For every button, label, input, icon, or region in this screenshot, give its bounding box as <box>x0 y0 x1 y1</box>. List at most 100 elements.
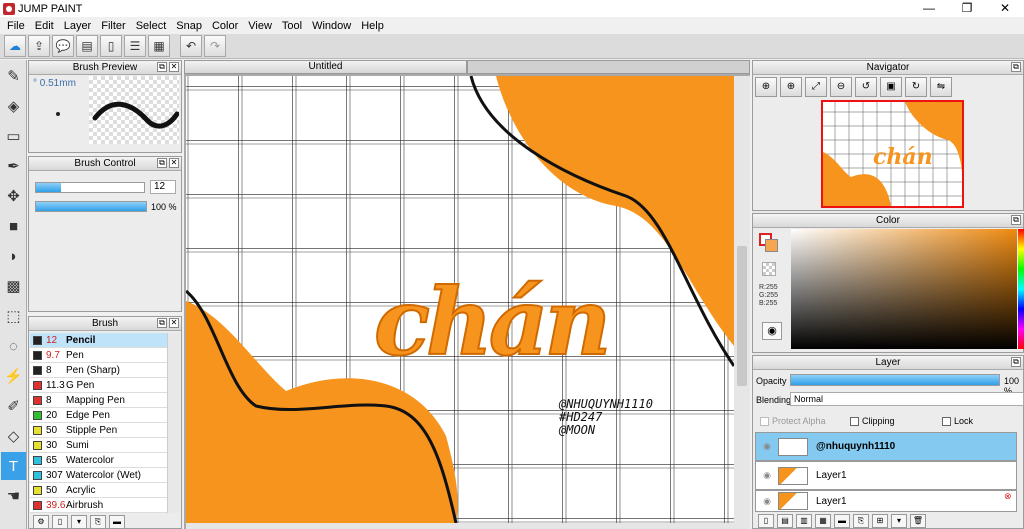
layer-row[interactable]: ◉ Layer1 <box>755 490 1017 512</box>
panel-close-icon[interactable]: ✕ <box>169 158 179 168</box>
chat-icon[interactable]: 💬 <box>52 35 74 57</box>
panel-close-icon[interactable]: ✕ <box>169 62 179 72</box>
brush-item[interactable]: 9.7 Pen <box>30 348 167 363</box>
close-button[interactable]: ✕ <box>986 0 1024 17</box>
lock-checkbox[interactable]: Lock <box>942 416 973 426</box>
halftone-layer-icon[interactable]: ▦ <box>815 514 831 528</box>
gradient-icon[interactable]: ▩ <box>1 272 26 300</box>
panel-float-icon[interactable]: ⧉ <box>1011 357 1021 367</box>
eraser-icon[interactable]: ◈ <box>1 92 26 120</box>
brush-item[interactable]: 50 Acrylic <box>30 483 167 498</box>
brush-item[interactable]: 307 Watercolor (Wet) <box>30 468 167 483</box>
zoom-fit-icon[interactable]: ⊕ <box>755 77 777 97</box>
page-icon[interactable]: ▯ <box>100 35 122 57</box>
new-brush-icon[interactable]: ▯ <box>52 515 68 529</box>
brush-list-scrollbar[interactable] <box>167 333 180 513</box>
zoom-in-icon[interactable]: ⊕ <box>780 77 802 97</box>
menu-view[interactable]: View <box>243 20 277 32</box>
panel-float-icon[interactable]: ⧉ <box>157 62 167 72</box>
comment-icon[interactable]: ▤ <box>76 35 98 57</box>
export-icon[interactable]: ⇪ <box>28 35 50 57</box>
brush-icon[interactable]: ✎ <box>1 62 26 90</box>
rectangle-icon[interactable]: ▭ <box>1 122 26 150</box>
select-pen-icon[interactable]: ✐ <box>1 392 26 420</box>
text-icon[interactable]: T <box>1 452 26 480</box>
undo-icon[interactable]: ↶ <box>180 35 202 57</box>
blending-select[interactable]: Normal <box>790 392 1024 406</box>
menu-color[interactable]: Color <box>207 20 243 32</box>
menu-edit[interactable]: Edit <box>30 20 59 32</box>
new-layer-1bit-icon[interactable]: ▥ <box>796 514 812 528</box>
pen-tool-icon[interactable]: ✒ <box>1 152 26 180</box>
cloud-icon[interactable]: ☁ <box>4 35 26 57</box>
layer-opacity-slider[interactable] <box>790 374 1000 386</box>
color-picker-square[interactable] <box>791 229 1017 349</box>
brush-item[interactable]: 11.3 G Pen <box>30 378 167 393</box>
brush-item[interactable]: 12 Pencil <box>30 333 167 348</box>
brush-menu-icon[interactable]: ▾ <box>71 515 87 529</box>
new-layer-8bit-icon[interactable]: ▤ <box>777 514 793 528</box>
panel-float-icon[interactable]: ⧉ <box>1011 62 1021 72</box>
minimize-button[interactable]: — <box>910 0 948 17</box>
flip-icon[interactable]: ⇋ <box>930 77 952 97</box>
visibility-icon[interactable]: ◉ <box>756 470 778 481</box>
actual-size-icon[interactable]: ▣ <box>880 77 902 97</box>
canvas-vertical-scrollbar[interactable] <box>734 76 750 529</box>
fit-screen-icon[interactable]: ⤢ <box>805 77 827 97</box>
visibility-icon[interactable]: ◉ <box>756 496 778 507</box>
transparent-swatch[interactable] <box>762 262 776 276</box>
list-icon[interactable]: ☰ <box>124 35 146 57</box>
hue-slider[interactable] <box>1018 229 1024 349</box>
tab-untitled[interactable]: Untitled <box>184 60 467 74</box>
visibility-icon[interactable]: ◉ <box>756 441 778 452</box>
brush-item[interactable]: 20 Edge Pen <box>30 408 167 423</box>
menu-help[interactable]: Help <box>356 20 389 32</box>
fill-rect-icon[interactable]: ■ <box>1 212 26 240</box>
new-folder-icon[interactable]: ▬ <box>834 514 850 528</box>
drawing-canvas[interactable]: chán @NHUQUYNH1110 #HD247 @MOON <box>186 76 734 523</box>
restore-button[interactable]: ❐ <box>948 0 986 17</box>
rotate-left-icon[interactable]: ↺ <box>855 77 877 97</box>
grid-icon[interactable]: ▦ <box>148 35 170 57</box>
layer-row[interactable]: ◉ @nhuquynh1110 <box>755 432 1017 461</box>
protect-alpha-checkbox[interactable]: Protect Alpha <box>760 416 826 426</box>
panel-close-icon[interactable]: ✕ <box>169 318 179 328</box>
navigator-thumbnail[interactable]: chán <box>821 100 964 208</box>
brush-item[interactable]: 39.6 Airbrush <box>30 498 167 513</box>
delete-layer-icon[interactable]: 🗑 <box>910 514 926 528</box>
merge-layer-icon[interactable]: ⊞ <box>872 514 888 528</box>
brush-settings-icon[interactable]: ⚙ <box>33 515 49 529</box>
new-layer-icon[interactable]: ▯ <box>758 514 774 528</box>
brush-item[interactable]: 65 Watercolor <box>30 453 167 468</box>
select-rect-icon[interactable]: ⬚ <box>1 302 26 330</box>
fg-bg-swatches[interactable] <box>759 233 779 253</box>
menu-snap[interactable]: Snap <box>171 20 207 32</box>
duplicate-layer-icon[interactable]: ⎘ <box>853 514 869 528</box>
menu-window[interactable]: Window <box>307 20 356 32</box>
zoom-out-icon[interactable]: ⊖ <box>830 77 852 97</box>
lasso-icon[interactable]: ◌ <box>1 332 26 360</box>
menu-layer[interactable]: Layer <box>59 20 97 32</box>
menu-tool[interactable]: Tool <box>277 20 307 32</box>
panel-float-icon[interactable]: ⧉ <box>157 318 167 328</box>
move-icon[interactable]: ✥ <box>1 182 26 210</box>
redo-icon[interactable]: ↷ <box>204 35 226 57</box>
brush-folder-icon[interactable]: ▬ <box>109 515 125 529</box>
palette-icon[interactable]: ◉ <box>762 322 782 340</box>
layer-delete-mark-icon[interactable]: ⊗ <box>1004 492 1013 501</box>
brush-size-slider[interactable] <box>35 182 145 193</box>
brush-item[interactable]: 30 Sumi <box>30 438 167 453</box>
panel-float-icon[interactable]: ⧉ <box>1011 215 1021 225</box>
clipping-checkbox[interactable]: Clipping <box>850 416 895 426</box>
layer-row[interactable]: ◉ Layer1 <box>755 461 1017 490</box>
brush-opacity-slider[interactable] <box>35 201 147 212</box>
menu-filter[interactable]: Filter <box>96 20 130 32</box>
bucket-icon[interactable]: ◗ <box>1 242 26 270</box>
brush-copy-icon[interactable]: ⎘ <box>90 515 106 529</box>
menu-select[interactable]: Select <box>131 20 172 32</box>
brush-item[interactable]: 50 Stipple Pen <box>30 423 167 438</box>
magic-wand-icon[interactable]: ⚡ <box>1 362 26 390</box>
panel-float-icon[interactable]: ⧉ <box>157 158 167 168</box>
hand-icon[interactable]: ☚ <box>1 482 26 510</box>
canvas-horizontal-scrollbar[interactable] <box>186 523 734 529</box>
